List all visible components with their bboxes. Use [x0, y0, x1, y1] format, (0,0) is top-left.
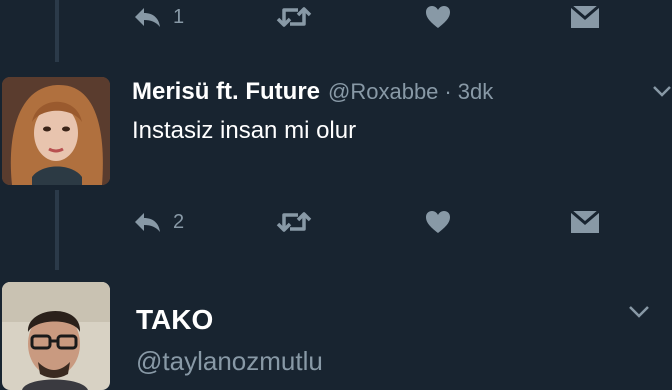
- display-name[interactable]: TAKO: [136, 304, 213, 336]
- chevron-down-icon: [652, 85, 672, 102]
- separator-dot: ·: [444, 79, 452, 104]
- reply-count: 2: [173, 210, 185, 233]
- direct-message-button[interactable]: [570, 202, 600, 242]
- direct-message-icon: [570, 210, 600, 234]
- username[interactable]: @Roxabbe: [328, 79, 438, 105]
- reply-icon: [133, 211, 163, 233]
- reply-button[interactable]: 1: [133, 0, 184, 37]
- action-bar-tweet: 2: [0, 202, 672, 242]
- tweet-menu-button[interactable]: [652, 84, 672, 103]
- retweet-icon: [276, 5, 312, 29]
- reply-count: 1: [173, 5, 185, 28]
- tweet-menu-button[interactable]: [628, 304, 650, 323]
- tweet-text: Instasiz insan mi olur: [132, 117, 357, 144]
- retweet-icon: [276, 210, 312, 234]
- chevron-down-icon: [628, 305, 650, 322]
- avatar[interactable]: [2, 77, 110, 185]
- username[interactable]: @taylanozmutlu: [136, 346, 323, 377]
- reply-icon: [133, 6, 163, 28]
- like-button[interactable]: [425, 202, 451, 242]
- reply-button[interactable]: 2: [133, 202, 184, 242]
- timestamp[interactable]: 3dk: [458, 79, 493, 105]
- direct-message-button[interactable]: [570, 0, 600, 37]
- avatar[interactable]: [2, 282, 110, 390]
- tweet-header: Merisü ft. Future @Roxabbe · 3dk: [132, 78, 493, 106]
- like-icon: [425, 5, 451, 29]
- retweet-button[interactable]: [276, 202, 312, 242]
- direct-message-icon: [570, 5, 600, 29]
- retweet-button[interactable]: [276, 0, 312, 37]
- like-icon: [425, 210, 451, 234]
- like-button[interactable]: [425, 0, 451, 37]
- display-name[interactable]: Merisü ft. Future: [132, 78, 320, 106]
- action-bar-top: 1: [0, 0, 672, 37]
- tweet-header: TAKO: [136, 304, 213, 336]
